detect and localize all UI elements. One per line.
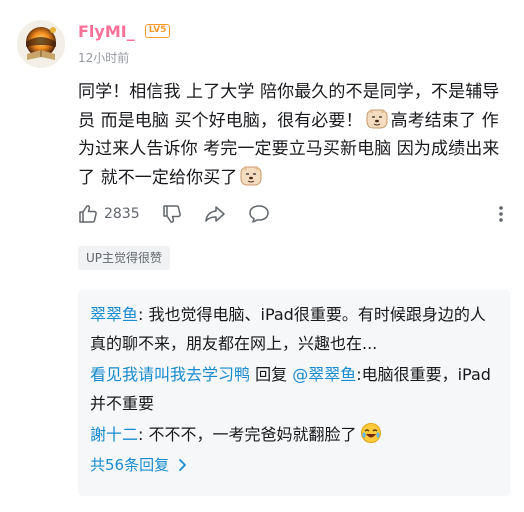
timestamp: 12小时前 xyxy=(78,51,130,65)
action-bar: 2835 xyxy=(78,204,510,228)
chevron-right-icon xyxy=(179,459,186,471)
up-liked-badge: UP主觉得很赞 xyxy=(78,246,171,270)
dislike-icon xyxy=(163,205,181,223)
reply-author[interactable]: 翠翠鱼 xyxy=(90,305,138,324)
reply-author[interactable]: 看见我请叫我去学习鸭 xyxy=(90,365,250,384)
reply-item[interactable]: 謝十二: 不不不，一考完爸妈就翻脸了 xyxy=(90,420,498,449)
share-button[interactable] xyxy=(204,204,226,224)
view-more-replies-link[interactable]: 共56条回复 xyxy=(90,451,498,479)
dog-emoji-icon xyxy=(240,165,262,185)
replies-panel: 翠翠鱼: 我也觉得电脑、iPad很重要。有时候跟身边的人真的聊不来，朋友都在网上… xyxy=(78,290,510,496)
reply-icon xyxy=(249,205,269,223)
reply-item[interactable]: 翠翠鱼: 我也觉得电脑、iPad很重要。有时候跟身边的人真的聊不来，朋友都在网上… xyxy=(90,300,498,358)
dislike-button[interactable] xyxy=(162,204,182,224)
like-count: 2835 xyxy=(104,206,140,222)
more-button[interactable] xyxy=(498,204,504,224)
like-button[interactable]: 2835 xyxy=(78,204,140,224)
reply-mention[interactable]: @翠翠鱼 xyxy=(292,365,356,384)
reply-button[interactable] xyxy=(248,204,270,224)
level-badge: LV5 xyxy=(144,24,171,38)
more-replies-label: 共56条回复 xyxy=(90,456,170,474)
username[interactable]: FlyMI_ xyxy=(78,22,135,41)
reply-item[interactable]: 看见我请叫我去学习鸭 回复 @翠翠鱼:电脑很重要，iPad并不重要 xyxy=(90,360,498,418)
reply-text: 不不不，一考完爸妈就翻脸了 xyxy=(148,425,357,444)
reply-text: 我也觉得电脑、iPad很重要。有时候跟身边的人真的聊不来，朋友都在网上，兴趣也在… xyxy=(90,305,486,353)
reply-connector: 回复 xyxy=(250,365,293,384)
dog-emoji-icon xyxy=(366,108,388,128)
like-icon xyxy=(79,205,97,223)
reply-author[interactable]: 謝十二 xyxy=(90,425,138,444)
reply-separator: : xyxy=(138,425,149,444)
reply-separator: : xyxy=(138,305,149,324)
comment-text: 同学！相信我 上了大学 陪你最久的不是同学，不是辅导员 而是电脑 买个好电脑，很… xyxy=(78,78,510,192)
laugh-cry-emoji-icon xyxy=(360,423,381,443)
more-icon xyxy=(499,206,503,222)
avatar[interactable] xyxy=(17,20,65,68)
share-icon xyxy=(205,206,225,222)
